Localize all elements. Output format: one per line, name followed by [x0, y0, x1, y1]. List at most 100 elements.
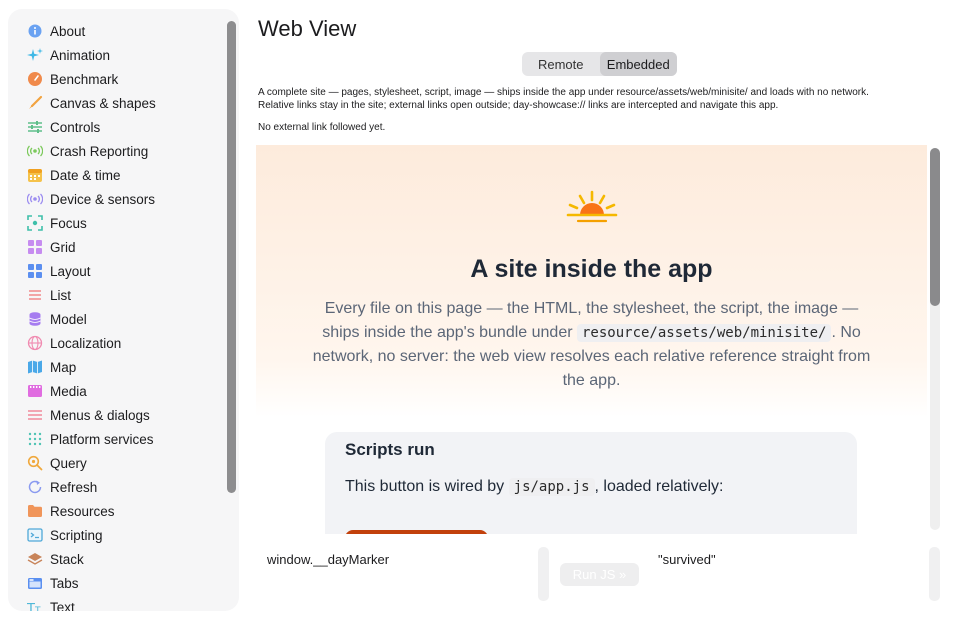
brush-icon	[27, 95, 43, 111]
sidebar-item-tabs[interactable]: Tabs	[8, 571, 230, 595]
globe-icon	[27, 335, 43, 351]
external-link-status: No external link followed yet.	[258, 122, 386, 133]
sidebar-item-label: Stack	[50, 551, 84, 567]
sidebar-item-grid[interactable]: Grid	[8, 235, 230, 259]
sidebar-item-label: Canvas & shapes	[50, 95, 156, 111]
sidebar-item-device-sensors[interactable]: Device & sensors	[8, 187, 230, 211]
sunrise-icon	[566, 190, 618, 223]
sidebar-item-crash-reporting[interactable]: Crash Reporting	[8, 139, 230, 163]
menu-icon	[27, 407, 43, 423]
calendar-icon	[27, 167, 43, 183]
web-view[interactable]: A site inside the app Every file on this…	[256, 145, 927, 534]
sidebar-item-label: Refresh	[50, 479, 98, 495]
gauge-icon	[27, 71, 43, 87]
sidebar-item-query[interactable]: Query	[8, 451, 230, 475]
sidebar-item-text[interactable]: T T Text	[8, 595, 230, 612]
run-js-button[interactable]: Run JS »	[560, 563, 639, 586]
script-path-code: js/app.js	[508, 478, 595, 496]
stack-icon	[27, 551, 43, 567]
tabs-icon	[27, 575, 43, 591]
sidebar-item-menus-dialogs[interactable]: Menus & dialogs	[8, 403, 230, 427]
sidebar-item-label: About	[50, 23, 86, 39]
film-icon	[27, 383, 43, 399]
segment-remote[interactable]: Remote	[522, 52, 600, 76]
sidebar-item-label: List	[50, 287, 72, 303]
result-scrollbar[interactable]	[929, 547, 940, 601]
sidebar-item-label: Resources	[50, 503, 115, 519]
sidebar-scrollbar[interactable]	[227, 21, 236, 493]
sidebar-item-label: Text	[50, 599, 75, 612]
svg-text:T: T	[27, 602, 35, 611]
sidebar-item-label: Crash Reporting	[50, 143, 149, 159]
sensor-icon	[27, 191, 43, 207]
site-title: A site inside the app	[470, 255, 713, 283]
folder-icon	[27, 503, 43, 519]
page-title: Web View	[258, 16, 357, 41]
sidebar-item-label: Animation	[50, 47, 111, 63]
sparkles-icon	[27, 47, 43, 63]
text-icon: TT	[27, 599, 43, 611]
info-icon	[27, 23, 43, 39]
database-icon	[27, 311, 43, 327]
search-icon	[27, 455, 43, 471]
sidebar-item-focus[interactable]: Focus	[8, 211, 230, 235]
sidebar-item-benchmark[interactable]: Benchmark	[8, 67, 230, 91]
sidebar-item-label: Benchmark	[50, 71, 119, 87]
sidebar-item-resources[interactable]: Resources	[8, 499, 230, 523]
sidebar-item-label: Scripting	[50, 527, 103, 543]
sidebar-item-label: Map	[50, 359, 77, 375]
sidebar-item-model[interactable]: Model	[8, 307, 230, 331]
sidebar-item-label: Localization	[50, 335, 122, 351]
refresh-icon	[27, 479, 43, 495]
description: A complete site — pages, stylesheet, scr…	[258, 86, 948, 112]
sidebar-item-label: Date & time	[50, 167, 121, 183]
web-action-button[interactable]	[345, 530, 488, 534]
sidebar: About Animation Benchmark Canvas & shapes Co…	[8, 9, 239, 611]
sidebar-item-label: Controls	[50, 119, 101, 135]
sidebar-item-label: Grid	[50, 239, 76, 255]
focus-icon	[27, 215, 43, 231]
sidebar-item-about[interactable]: About	[8, 19, 230, 43]
sidebar-item-label: Model	[50, 311, 87, 327]
sidebar-item-label: Platform services	[50, 431, 154, 447]
sidebar-item-label: Device & sensors	[50, 191, 156, 207]
sidebar-item-media[interactable]: Media	[8, 379, 230, 403]
source-segmented-control[interactable]: Remote Embedded	[522, 52, 677, 76]
terminal-icon	[27, 527, 43, 543]
sidebar-item-canvas-shapes[interactable]: Canvas & shapes	[8, 91, 230, 115]
sidebar-list: About Animation Benchmark Canvas & shapes Co…	[8, 19, 230, 611]
webview-scroll-thumb[interactable]	[930, 148, 940, 306]
sidebar-item-label: Layout	[50, 263, 91, 279]
js-result-text: "survived"	[658, 552, 716, 567]
sidebar-item-scripting[interactable]: Scripting	[8, 523, 230, 547]
sidebar-item-platform-services[interactable]: Platform services	[8, 427, 230, 451]
scripts-card-text-before: This button is wired by	[345, 478, 505, 495]
scripts-card-heading: Scripts run	[345, 440, 435, 459]
description-line-2: Relative links stay in the site; externa…	[258, 100, 779, 111]
svg-text:T: T	[34, 606, 41, 611]
scripts-card-text-after: , loaded relatively:	[594, 478, 724, 495]
sidebar-item-label: Menus & dialogs	[50, 407, 150, 423]
sidebar-item-map[interactable]: Map	[8, 355, 230, 379]
sidebar-item-stack[interactable]: Stack	[8, 547, 230, 571]
expression-field-scrollbar[interactable]	[538, 547, 549, 601]
sliders-icon	[27, 119, 43, 135]
sidebar-item-list[interactable]: List	[8, 283, 230, 307]
segment-embedded[interactable]: Embedded	[599, 52, 677, 76]
list-icon	[27, 287, 43, 303]
sidebar-item-animation[interactable]: Animation	[8, 43, 230, 67]
broadcast-icon	[27, 143, 43, 159]
sidebar-item-label: Focus	[50, 215, 87, 231]
map-icon	[27, 359, 43, 375]
layout-icon	[27, 263, 43, 279]
description-line-1: A complete site — pages, stylesheet, scr…	[258, 87, 869, 98]
js-expression-text: window.__dayMarker	[267, 552, 390, 567]
sidebar-item-date-time[interactable]: Date & time	[8, 163, 230, 187]
sidebar-item-refresh[interactable]: Refresh	[8, 475, 230, 499]
sidebar-item-layout[interactable]: Layout	[8, 259, 230, 283]
sidebar-item-label: Query	[50, 455, 87, 471]
bundle-path-code: resource/assets/web/minisite/	[577, 324, 832, 342]
sidebar-item-label: Media	[50, 383, 87, 399]
sidebar-item-localization[interactable]: Localization	[8, 331, 230, 355]
sidebar-item-controls[interactable]: Controls	[8, 115, 230, 139]
